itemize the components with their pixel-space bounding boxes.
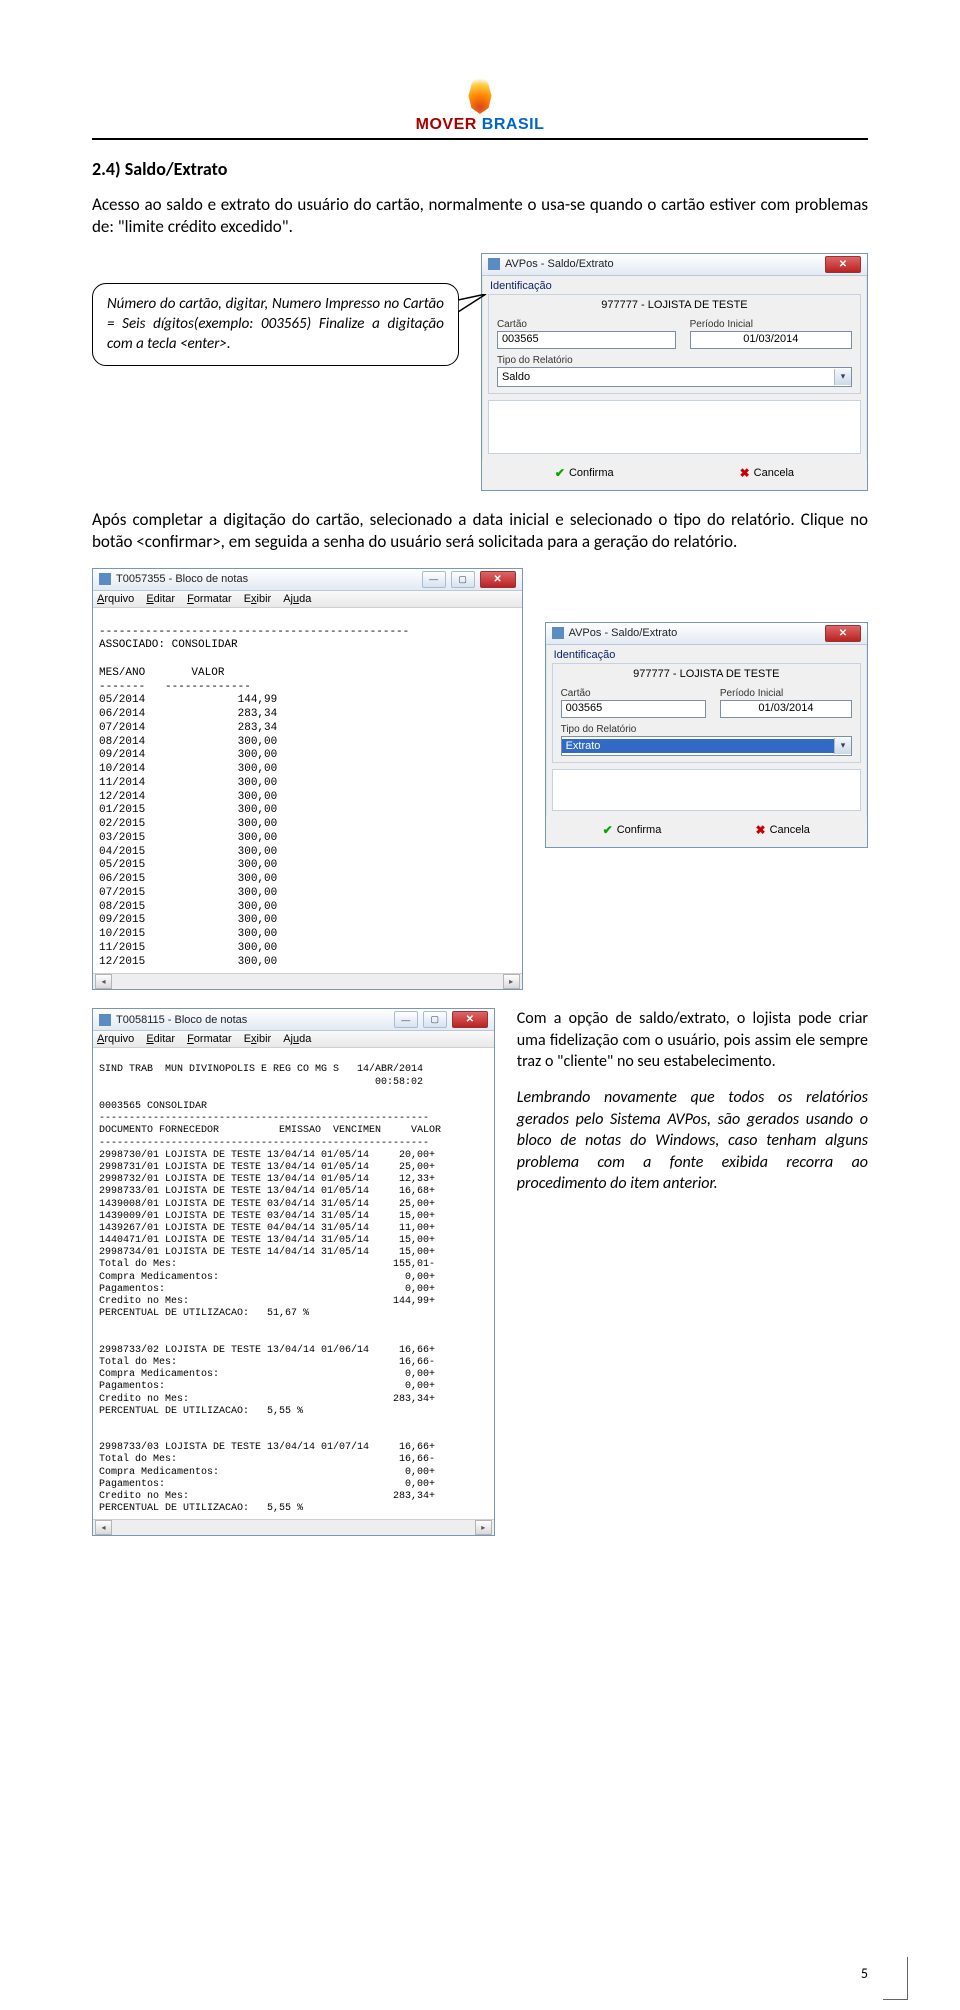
menu-bar[interactable]: Arquivo Editar Formatar Exibir Ajuda [93, 591, 522, 608]
label-tipo: Tipo do Relatório [561, 724, 852, 735]
saldo-dialog-1: AVPos - Saldo/Extrato ✕ Identificação 97… [481, 253, 868, 491]
lojista-label: 977777 - LOJISTA DE TESTE [553, 664, 860, 688]
menu-help[interactable]: Ajuda [283, 593, 311, 605]
label-periodo: Período Inicial [720, 688, 852, 699]
notepad-icon [99, 1014, 111, 1026]
label-tipo: Tipo do Relatório [497, 355, 852, 366]
notepad-saldo: T0057355 - Bloco de notas — ▢ ✕ Arquivo … [92, 568, 523, 991]
app-icon [552, 627, 564, 639]
blank-panel [552, 769, 861, 811]
confirma-button[interactable]: ✔Confirma [603, 823, 662, 837]
side-para-1: Com a opção de saldo/extrato, o lojista … [517, 1008, 868, 1073]
paragraph-2: Após completar a digitação do cartão, se… [92, 509, 868, 554]
minimize-button[interactable]: — [394, 1011, 418, 1028]
menu-bar[interactable]: Arquivo Editar Formatar Exibir Ajuda [93, 1031, 494, 1048]
periodo-input[interactable]: 01/03/2014 [690, 331, 852, 349]
close-button[interactable]: ✕ [825, 256, 861, 273]
brand-part1: MOVER [416, 116, 482, 133]
side-para-2: Lembrando novamente que todos os relatór… [517, 1087, 868, 1195]
groupbox-label: Identificação [482, 276, 867, 294]
menu-file[interactable]: Arquivo [97, 593, 134, 605]
notepad-text[interactable]: SIND TRAB MUN DIVINOPOLIS E REG CO MG S … [93, 1048, 494, 1519]
cancela-button[interactable]: ✖Cancela [740, 466, 794, 480]
chevron-down-icon: ▾ [834, 738, 851, 754]
notepad-icon [99, 573, 111, 585]
x-icon: ✖ [756, 823, 766, 837]
saldo-dialog-2: AVPos - Saldo/Extrato ✕ Identificação 97… [545, 622, 868, 848]
close-button[interactable]: ✕ [480, 571, 516, 588]
label-periodo: Período Inicial [690, 319, 852, 330]
h-scrollbar[interactable]: ◂ ▸ [93, 1519, 494, 1535]
menu-format[interactable]: Formatar [187, 1033, 232, 1045]
menu-help[interactable]: Ajuda [283, 1033, 311, 1045]
periodo-input[interactable]: 01/03/2014 [720, 700, 852, 718]
cartao-input[interactable]: 003565 [497, 331, 676, 349]
confirma-button[interactable]: ✔Confirma [555, 466, 614, 480]
check-icon: ✔ [555, 466, 565, 480]
callout-tail-icon [458, 294, 490, 316]
logo-block: MOVER BRASIL [92, 70, 868, 134]
scroll-right-icon[interactable]: ▸ [503, 974, 520, 989]
cartao-input[interactable]: 003565 [561, 700, 706, 718]
menu-file[interactable]: Arquivo [97, 1033, 134, 1045]
callout-text: Número do cartão, digitar, Numero Impres… [107, 295, 444, 354]
close-button[interactable]: ✕ [825, 625, 861, 642]
h-scrollbar[interactable]: ◂ ▸ [93, 973, 522, 989]
label-cartao: Cartão [561, 688, 706, 699]
callout-box: Número do cartão, digitar, Numero Impres… [92, 283, 459, 366]
scroll-right-icon[interactable]: ▸ [475, 1520, 492, 1535]
blank-panel [488, 400, 861, 454]
top-rule [92, 138, 868, 140]
minimize-button[interactable]: — [422, 571, 446, 588]
intro-paragraph: Acesso ao saldo e extrato do usuário do … [92, 194, 868, 239]
maximize-button[interactable]: ▢ [451, 571, 475, 588]
brand-text: MOVER BRASIL [416, 116, 545, 134]
tipo-value: Saldo [498, 371, 834, 383]
corner-mark [883, 1957, 908, 2000]
tipo-dropdown[interactable]: Extrato ▾ [561, 736, 852, 756]
window-title: AVPos - Saldo/Extrato [569, 627, 820, 639]
tipo-dropdown[interactable]: Saldo ▾ [497, 367, 852, 387]
app-icon [488, 258, 500, 270]
chevron-down-icon: ▾ [834, 369, 851, 385]
brand-part2: BRASIL [482, 116, 545, 133]
scroll-left-icon[interactable]: ◂ [95, 974, 112, 989]
notepad-text[interactable]: ----------------------------------------… [93, 608, 522, 974]
side-text: Com a opção de saldo/extrato, o lojista … [517, 1008, 868, 1209]
menu-edit[interactable]: Editar [146, 593, 175, 605]
page-number: 5 [861, 1965, 868, 1982]
lojista-label: 977777 - LOJISTA DE TESTE [489, 295, 860, 319]
cancela-button[interactable]: ✖Cancela [756, 823, 810, 837]
check-icon: ✔ [603, 823, 613, 837]
flame-icon [462, 70, 498, 114]
close-button[interactable]: ✕ [452, 1011, 488, 1028]
menu-format[interactable]: Formatar [187, 593, 232, 605]
window-title: AVPos - Saldo/Extrato [505, 258, 820, 270]
section-title: 2.4) Saldo/Extrato [92, 158, 868, 180]
groupbox-label: Identificação [546, 645, 867, 663]
scroll-left-icon[interactable]: ◂ [95, 1520, 112, 1535]
menu-show[interactable]: Exibir [244, 1033, 272, 1045]
window-title: T0057355 - Bloco de notas [116, 573, 417, 585]
tipo-value: Extrato [562, 739, 834, 753]
maximize-button[interactable]: ▢ [423, 1011, 447, 1028]
label-cartao: Cartão [497, 319, 676, 330]
menu-edit[interactable]: Editar [146, 1033, 175, 1045]
notepad-extrato: T0058115 - Bloco de notas — ▢ ✕ Arquivo … [92, 1008, 495, 1536]
window-title: T0058115 - Bloco de notas [116, 1014, 389, 1026]
x-icon: ✖ [740, 466, 750, 480]
menu-show[interactable]: Exibir [244, 593, 272, 605]
